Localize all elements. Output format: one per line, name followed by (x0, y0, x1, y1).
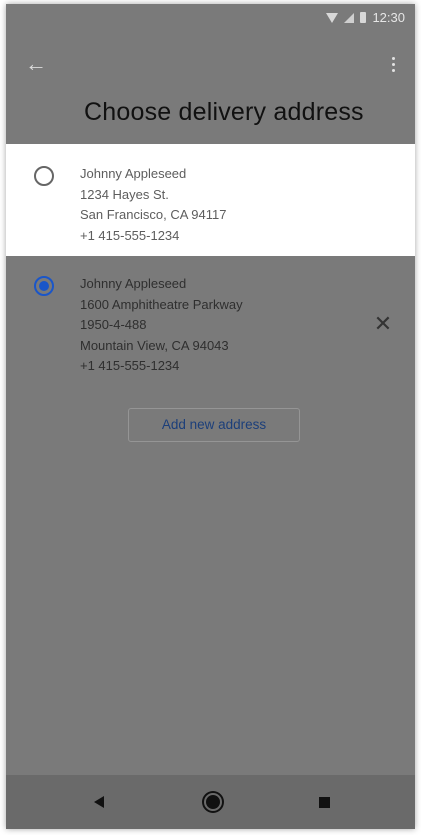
address-unit: 1950-4-488 (80, 317, 147, 332)
address-lines: Johnny Appleseed 1234 Hayes St. San Fran… (80, 164, 226, 246)
status-time: 12:30 (372, 10, 405, 25)
radio-button-unselected[interactable] (34, 166, 54, 186)
back-button[interactable]: ← (24, 52, 48, 76)
nav-back-icon[interactable] (94, 796, 104, 808)
address-option-2[interactable]: Johnny Appleseed 1600 Amphitheatre Parkw… (6, 256, 415, 396)
more-vert-icon-dot (391, 68, 395, 72)
more-vert-icon-dot (391, 56, 395, 60)
address-option-1[interactable]: Johnny Appleseed 1234 Hayes St. San Fran… (6, 144, 415, 256)
nav-home-icon[interactable] (204, 793, 222, 811)
address-street: 1234 Hayes St. (80, 186, 169, 202)
toolbar: ← (6, 32, 415, 92)
status-icons: 12:30 (326, 10, 405, 25)
address-phone: +1 415-555-1234 (80, 227, 180, 243)
page-title: Choose delivery address (84, 98, 364, 126)
close-icon: ✕ (373, 311, 393, 336)
phone-screen: 12:30 ← Choose delivery address Johnny A… (6, 4, 415, 829)
add-new-address-button[interactable]: Add new address (128, 408, 300, 442)
address-city: San Francisco, CA 94117 (80, 207, 227, 222)
more-options-button[interactable] (385, 52, 401, 76)
status-bar: 12:30 (6, 4, 415, 32)
more-vert-icon-dot (391, 62, 395, 66)
radio-selected-dot (39, 281, 49, 291)
address-street: 1600 Amphitheatre Parkway (80, 296, 243, 312)
address-name: Johnny Appleseed (80, 276, 187, 291)
battery-icon (360, 12, 367, 23)
cell-signal-icon (344, 12, 355, 23)
radio-button-selected[interactable] (34, 276, 54, 296)
arrow-back-icon: ← (25, 51, 47, 76)
address-city: Mountain View, CA 94043 (80, 337, 229, 353)
address-name: Johnny Appleseed (80, 166, 187, 181)
wifi-icon (326, 12, 339, 23)
system-nav-bar (6, 775, 415, 829)
address-phone: +1 415-555-1234 (80, 358, 180, 373)
remove-address-button[interactable]: ✕ (373, 311, 393, 336)
address-lines: Johnny Appleseed 1600 Amphitheatre Parkw… (80, 274, 243, 377)
nav-recents-icon[interactable] (319, 797, 330, 808)
